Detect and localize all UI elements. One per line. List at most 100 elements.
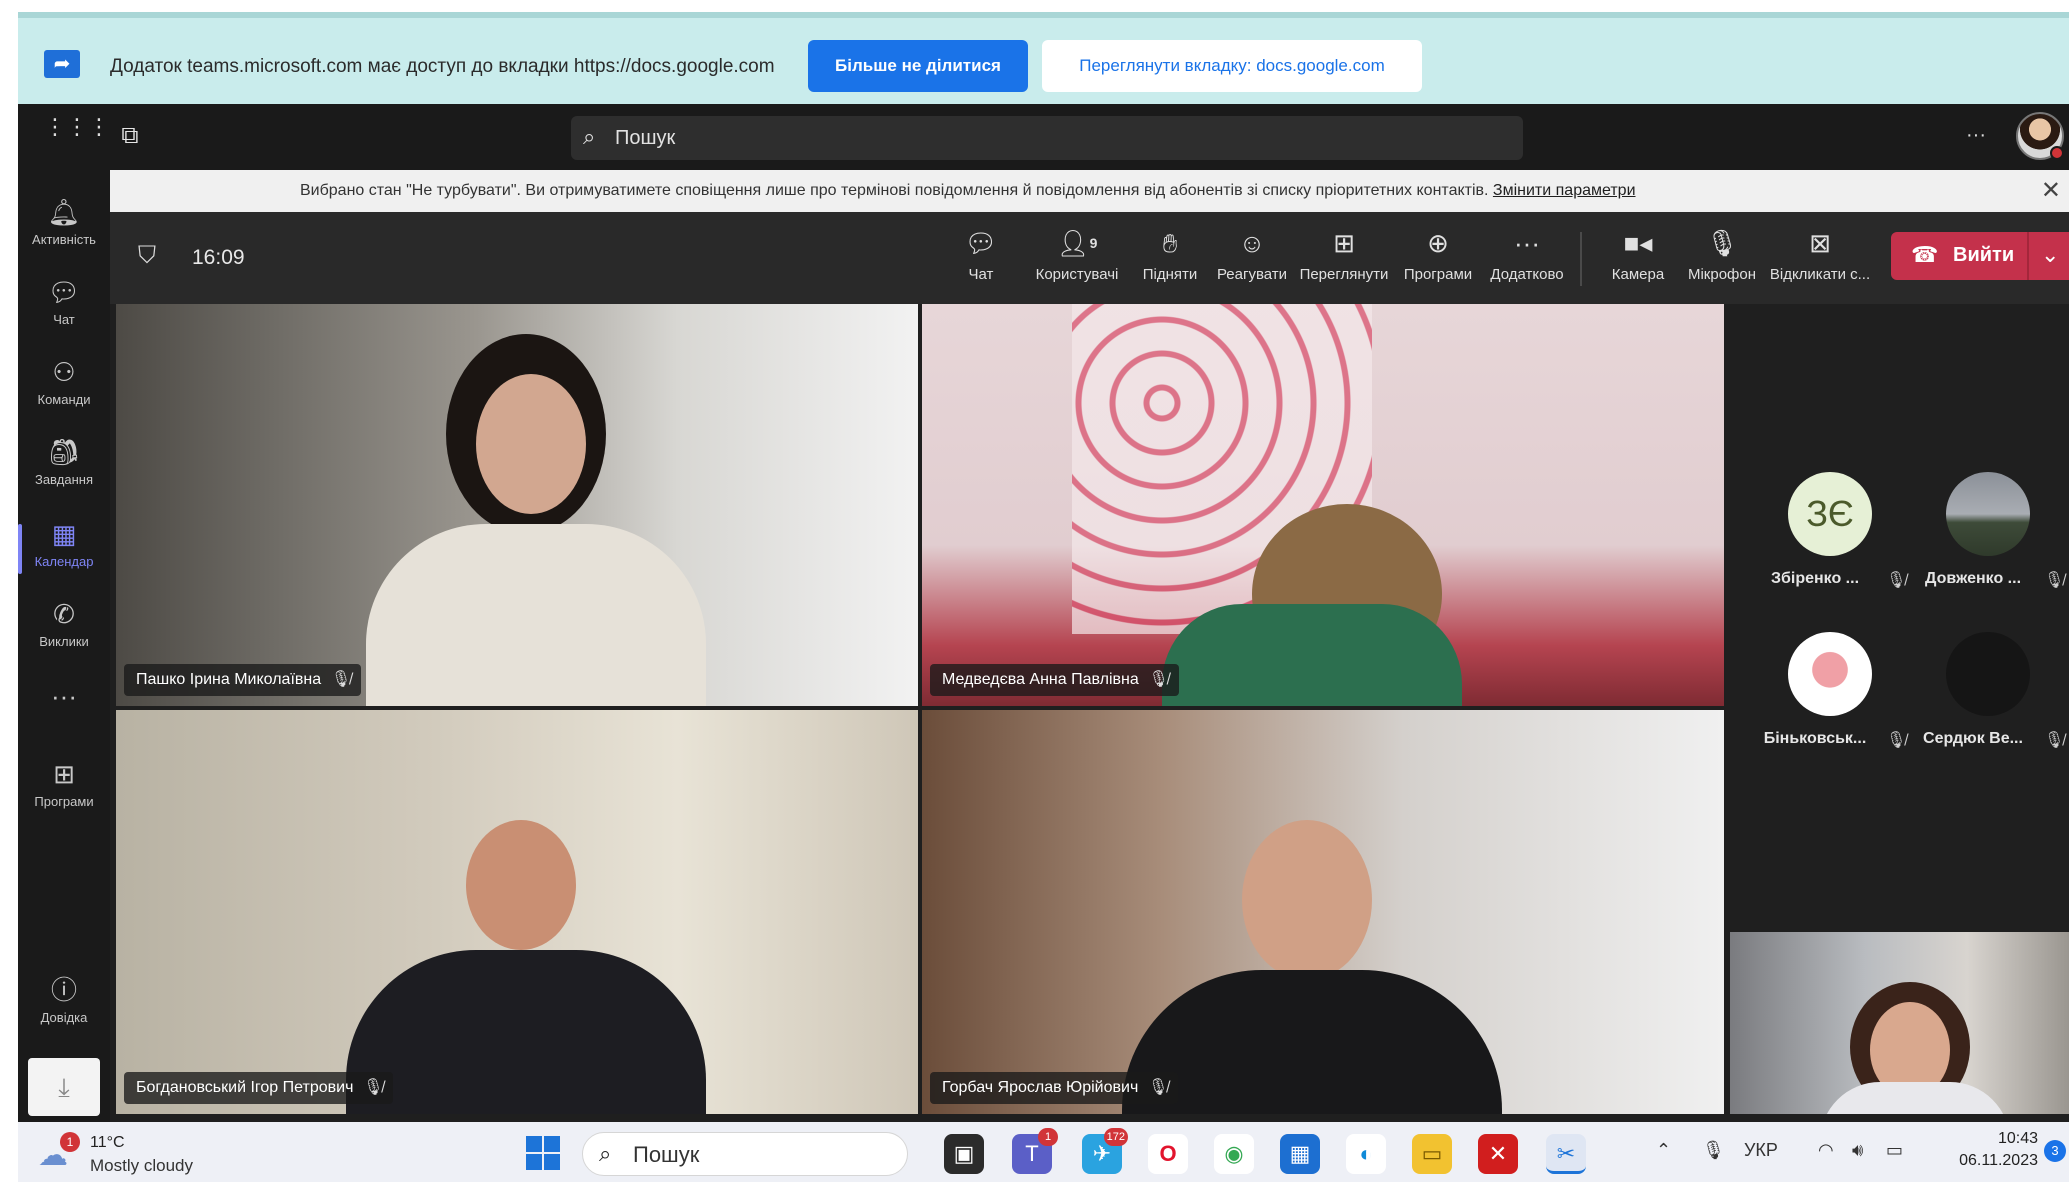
rail-label: Виклики: [39, 634, 89, 649]
avatar: [1946, 632, 2030, 716]
participant-name: Сердюк Ве...: [1923, 730, 2023, 747]
stop-share-button[interactable]: ⊠ Відкликати с...: [1766, 226, 1874, 292]
rail-item-help[interactable]: ⓘ Довідка: [18, 974, 110, 1044]
app-launcher-icon[interactable]: ⋮⋮⋮: [44, 116, 110, 152]
search-input[interactable]: [615, 122, 1495, 154]
rail-item-calls[interactable]: ✆ Виклики: [18, 598, 110, 668]
roster-participant[interactable]: Довженко ... 🎙︎̸: [1908, 472, 2068, 622]
leave-divider: [2027, 232, 2029, 280]
mic-off-icon: 🎙︎̸: [330, 671, 352, 688]
language-indicator[interactable]: УКР: [1744, 1140, 1778, 1161]
rail-item-tasks[interactable]: 🎒︎ Завдання: [18, 436, 110, 506]
rail-label: Програми: [34, 794, 94, 809]
stop-sharing-button[interactable]: Більше не ділитися: [808, 40, 1028, 92]
roster-participant[interactable]: Біньковськ... 🎙︎̸: [1750, 632, 1910, 782]
dnd-status-icon: [2050, 146, 2064, 160]
teams-group-icon: ⚇: [52, 357, 76, 387]
chevron-down-icon[interactable]: ⌄: [2041, 242, 2059, 268]
sharing-message: Додаток teams.microsoft.com має доступ д…: [110, 56, 775, 77]
participant-body: [1122, 970, 1502, 1114]
microphone-icon[interactable]: 🎙︎: [1702, 1140, 1725, 1161]
meeting-toolbar: ⛉ 16:09 💬︎ Чат 👤︎9 Користувачі ✋︎ Піднят…: [110, 212, 2069, 304]
logo-tile: [544, 1136, 560, 1152]
participant-name: Богдановський Ігор Петрович: [136, 1079, 354, 1096]
download-icon[interactable]: ⤓: [28, 1058, 100, 1116]
rail-item-more[interactable]: ···: [18, 680, 110, 750]
rail-item-chat[interactable]: 💬︎ Чат: [18, 276, 110, 346]
clock[interactable]: 10:43 06.11.2023: [1948, 1128, 2038, 1172]
chat-label: Чат: [968, 266, 994, 283]
mic-off-icon: 🎙︎̸: [1886, 732, 1907, 749]
wifi-icon[interactable]: ◠: [1818, 1140, 1834, 1161]
rail-label: Завдання: [34, 472, 94, 487]
video-tile[interactable]: Богдановський Ігор Петрович 🎙︎̸: [116, 710, 918, 1114]
participant-body: [1162, 604, 1462, 706]
participant-name-tag: Пашко Ірина Миколаївна 🎙︎̸: [124, 664, 362, 696]
file-explorer-icon[interactable]: ▭: [1412, 1134, 1452, 1174]
rail-item-calendar[interactable]: ▦ Календар: [18, 518, 110, 588]
volume-icon[interactable]: 🔊︎: [1852, 1140, 1863, 1161]
edge-icon[interactable]: ◐: [1346, 1134, 1386, 1174]
leave-button[interactable]: ☎ Вийти ⌄: [1891, 232, 2069, 280]
opera-icon[interactable]: O: [1148, 1134, 1188, 1174]
hangup-icon: ☎: [1911, 242, 1939, 267]
stop-share-icon: ⊠: [1809, 228, 1831, 258]
user-avatar[interactable]: [2016, 112, 2064, 160]
rail-item-activity[interactable]: 🔔︎ Активність: [18, 196, 110, 266]
help-icon: ⓘ: [50, 975, 77, 1005]
rail-label: Довідка: [40, 1010, 88, 1025]
pdf-app-icon[interactable]: ✕: [1478, 1134, 1518, 1174]
windows-taskbar: ☁ 1 11°C Mostly cloudy ⌕ ▣ T1 ✈172 O ◉ ▦…: [18, 1122, 2069, 1182]
weather-widget[interactable]: ☁ 1 11°C Mostly cloudy: [38, 1130, 198, 1176]
snipping-tool-icon[interactable]: ✂: [1546, 1134, 1586, 1174]
participant-count: 9: [1089, 235, 1098, 251]
store-icon[interactable]: ▦: [1280, 1134, 1320, 1174]
share-arrow-icon: ➦: [44, 50, 80, 78]
self-body: [1820, 1082, 2010, 1114]
video-tile[interactable]: Горбач Ярослав Юрійович 🎙︎̸: [922, 710, 1724, 1114]
camera-button[interactable]: ■◂ Камера: [1600, 226, 1676, 292]
share-label: Відкликати с...: [1769, 266, 1871, 283]
calendar-icon: ▦: [51, 519, 77, 549]
search-box[interactable]: ⌕: [571, 116, 1523, 160]
react-button[interactable]: ☺ Реагувати: [1210, 226, 1294, 292]
shield-icon[interactable]: ⛉: [138, 242, 156, 270]
video-tile[interactable]: Медведєва Анна Павлівна 🎙︎̸: [922, 304, 1724, 706]
taskbar-search-input[interactable]: [633, 1139, 883, 1171]
chrome-icon[interactable]: ◉: [1214, 1134, 1254, 1174]
dnd-notification-banner: Вибрано стан "Не турбувати". Ви отримува…: [110, 170, 2069, 212]
task-view-icon[interactable]: ▣: [944, 1134, 984, 1174]
taskbar-search[interactable]: ⌕: [582, 1132, 908, 1176]
chevron-up-icon[interactable]: ⌃: [1656, 1140, 1671, 1161]
participant-body: [346, 950, 706, 1114]
change-settings-link[interactable]: Змінити параметри: [1493, 182, 1636, 199]
weather-description: Mostly cloudy: [90, 1156, 193, 1175]
people-button[interactable]: 👤︎9 Користувачі: [1026, 226, 1128, 292]
video-tile[interactable]: Пашко Ірина Миколаївна 🎙︎̸: [116, 304, 918, 706]
close-icon[interactable]: ✕: [2041, 176, 2061, 205]
telegram-icon[interactable]: ✈ 172: [1082, 1128, 1128, 1174]
view-tab-button[interactable]: Переглянути вкладку: docs.google.com: [1042, 40, 1422, 92]
microphone-button[interactable]: 🎙︎ Мікрофон: [1680, 226, 1764, 292]
more-options-icon[interactable]: ···: [1966, 124, 1986, 147]
roster-participant[interactable]: Сердюк Ве... 🎙︎̸: [1908, 632, 2068, 782]
roster-participant[interactable]: ЗЄ Збіренко ... 🎙︎̸: [1750, 472, 1910, 622]
meeting-timer: 16:09: [192, 246, 245, 269]
chat-button[interactable]: 💬︎ Чат: [946, 226, 1016, 292]
battery-icon[interactable]: ▭: [1886, 1140, 1903, 1161]
telegram-badge: 172: [1103, 1128, 1128, 1146]
temperature: 11°C: [90, 1134, 125, 1151]
more-button[interactable]: ··· Додатково: [1482, 226, 1572, 292]
apps-button[interactable]: ⊕ Програми: [1398, 226, 1478, 292]
mic-label: Мікрофон: [1687, 266, 1757, 283]
view-button[interactable]: ⊞ Переглянути: [1294, 226, 1394, 292]
raise-hand-button[interactable]: ✋︎ Підняти: [1130, 226, 1210, 292]
self-view-video[interactable]: [1730, 932, 2069, 1114]
participant-name-tag: Богдановський Ігор Петрович 🎙︎̸: [124, 1072, 394, 1104]
rail-item-teams[interactable]: ⚇ Команди: [18, 356, 110, 426]
notification-badge[interactable]: 3: [2044, 1140, 2066, 1162]
logo-tile: [526, 1136, 542, 1152]
rail-item-apps[interactable]: ⊞ Програми: [18, 758, 110, 828]
windows-start-icon[interactable]: [526, 1136, 560, 1170]
teams-app-icon[interactable]: T1: [1012, 1128, 1058, 1174]
